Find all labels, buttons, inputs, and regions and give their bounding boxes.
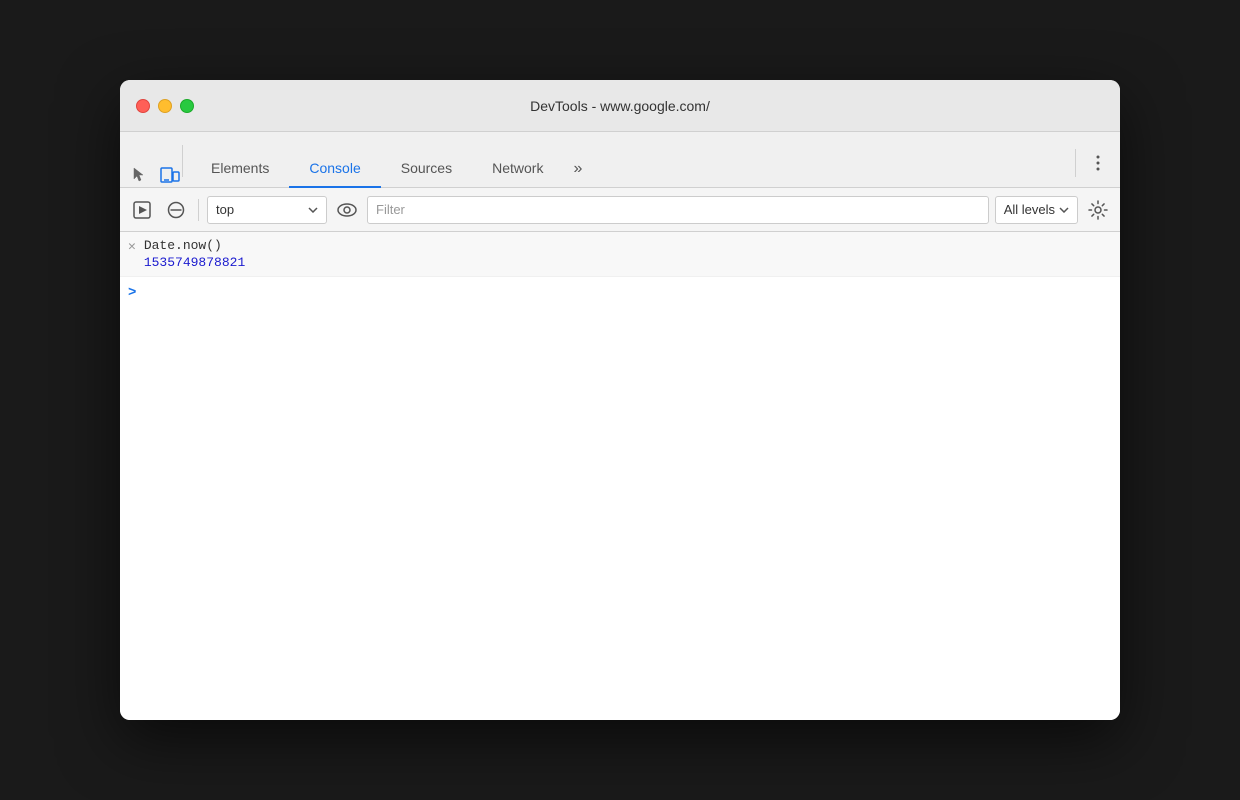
tab-elements[interactable]: Elements [191,150,289,188]
chevron-down-icon [308,207,318,213]
console-output: ✕ Date.now() 1535749878821 > [120,232,1120,720]
tabbar-right [1075,149,1112,177]
window-title: DevTools - www.google.com/ [530,98,710,114]
traffic-lights [136,99,194,113]
devtools-window: DevTools - www.google.com/ Elements Cons… [120,80,1120,720]
levels-chevron-icon [1059,207,1069,213]
filter-input[interactable] [367,196,989,224]
tab-more-button[interactable]: » [563,150,592,188]
console-expression: Date.now() [144,238,245,253]
console-input-row: > [120,277,1120,309]
context-selector[interactable]: top [207,196,327,224]
eye-icon[interactable] [333,196,361,224]
console-entry: ✕ Date.now() 1535749878821 [120,232,1120,277]
tab-separator [182,145,183,177]
console-prompt: > [128,285,136,301]
more-options-icon[interactable] [1084,149,1112,177]
toolbar-divider-1 [198,199,199,221]
console-toolbar: top All levels [120,188,1120,232]
levels-label: All levels [1004,202,1055,217]
settings-icon[interactable] [1084,196,1112,224]
tabbar: Elements Console Sources Network » [120,132,1120,188]
inspect-icon[interactable] [128,163,152,187]
titlebar: DevTools - www.google.com/ [120,80,1120,132]
device-toggle-icon[interactable] [158,163,182,187]
clear-console-button[interactable] [162,196,190,224]
tab-sources[interactable]: Sources [381,150,472,188]
tab-console[interactable]: Console [289,150,380,188]
tab-network[interactable]: Network [472,150,563,188]
maximize-button[interactable] [180,99,194,113]
tabbar-divider [1075,149,1076,177]
minimize-button[interactable] [158,99,172,113]
log-levels-selector[interactable]: All levels [995,196,1078,224]
entry-content: Date.now() 1535749878821 [144,238,245,270]
console-result: 1535749878821 [144,255,245,270]
console-input[interactable] [144,286,1112,301]
close-button[interactable] [136,99,150,113]
context-value: top [216,202,304,217]
run-script-button[interactable] [128,196,156,224]
entry-close-icon: ✕ [128,239,136,254]
